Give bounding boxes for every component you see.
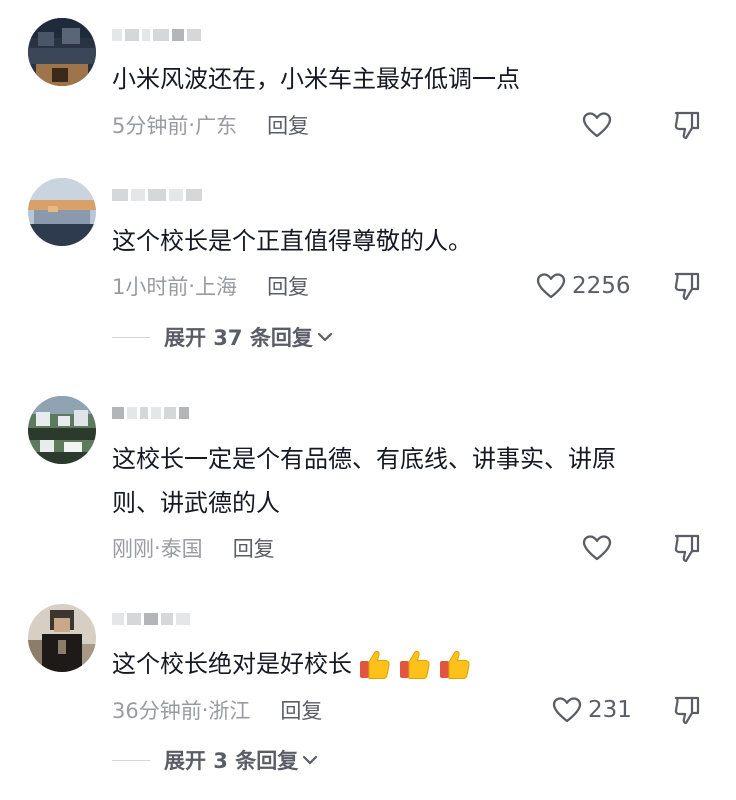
comment-text: 这个校长是个正直值得尊敬的人。 — [112, 227, 472, 255]
avatar[interactable] — [28, 18, 96, 86]
divider-line — [112, 336, 150, 338]
expand-replies-label: 展开 3 条回复 — [164, 749, 299, 773]
dislike-button[interactable] — [670, 269, 704, 303]
dislike-button[interactable] — [670, 531, 704, 565]
like-button[interactable] — [582, 531, 612, 565]
comment-text: 小米风波还在，小米车主最好低调一点 — [112, 65, 520, 93]
heart-outline-icon — [582, 112, 612, 138]
like-count: 231 — [588, 697, 632, 723]
thumbs-down-outline-icon — [674, 272, 700, 301]
thumbs-down-outline-icon — [674, 534, 700, 563]
like-button[interactable]: 2256 — [536, 269, 631, 303]
comment-text-line-2: 则、讲武德的人 — [112, 489, 280, 517]
comment-location: 上海 — [195, 275, 238, 299]
thumbs-up-icon — [440, 650, 470, 679]
comment-time: 36分钟前 — [112, 699, 202, 723]
comment-meta: 1小时前 · 上海 回复 — [112, 271, 309, 301]
comment-meta: 36分钟前 · 浙江 回复 — [112, 695, 322, 725]
reply-button[interactable]: 回复 — [267, 110, 309, 140]
divider-line — [112, 759, 150, 761]
expand-replies-label: 展开 37 条回复 — [164, 326, 313, 350]
avatar[interactable] — [28, 604, 96, 672]
meta-separator: · — [188, 274, 196, 298]
like-button[interactable] — [582, 108, 612, 142]
like-button[interactable]: 231 — [552, 693, 632, 727]
username-blurred[interactable] — [112, 26, 201, 44]
reply-button[interactable]: 回复 — [233, 533, 275, 563]
username-blurred[interactable] — [112, 404, 189, 422]
heart-outline-icon — [552, 697, 582, 723]
comment-location: 浙江 — [208, 699, 251, 723]
comment-text-body: 这个校长绝对是好校长 — [112, 650, 352, 678]
heart-outline-icon — [582, 535, 612, 561]
reply-button[interactable]: 回复 — [267, 271, 309, 301]
thumbs-up-icon — [400, 650, 430, 679]
like-count: 2256 — [572, 273, 631, 299]
comment-time: 1小时前 — [112, 275, 189, 299]
comment-location: 广东 — [195, 114, 238, 138]
avatar[interactable] — [28, 178, 96, 246]
emoji-group — [358, 648, 472, 682]
heart-outline-icon — [536, 273, 566, 299]
username-blurred[interactable] — [112, 610, 190, 628]
comment-time: 5分钟前 — [112, 114, 189, 138]
meta-separator: · — [201, 698, 209, 722]
meta-separator: · — [188, 113, 196, 137]
meta-separator: · — [154, 536, 161, 560]
expand-replies-button[interactable]: 展开 37 条回复 — [112, 320, 333, 354]
comment-time: 刚刚 — [112, 537, 154, 561]
thumbs-up-icon — [360, 650, 390, 679]
dislike-button[interactable] — [670, 693, 704, 727]
chevron-down-icon — [317, 332, 332, 342]
dislike-button[interactable] — [670, 108, 704, 142]
chevron-down-icon — [303, 755, 318, 765]
thumbs-down-outline-icon — [674, 111, 700, 140]
comment-meta: 5分钟前 · 广东 回复 — [112, 110, 309, 140]
expand-replies-button[interactable]: 展开 3 条回复 — [112, 743, 318, 777]
avatar[interactable] — [28, 396, 96, 464]
username-blurred[interactable] — [112, 186, 202, 204]
comment-location: 泰国 — [160, 537, 203, 561]
comment-text-line-1: 这校长一定是个有品德、有底线、讲事实、讲原 — [112, 445, 616, 473]
comment-text: 这个校长绝对是好校长 — [112, 643, 472, 685]
thumbs-down-outline-icon — [674, 696, 700, 725]
reply-button[interactable]: 回复 — [280, 695, 322, 725]
comment-meta: 刚刚 · 泰国 回复 — [112, 533, 275, 563]
